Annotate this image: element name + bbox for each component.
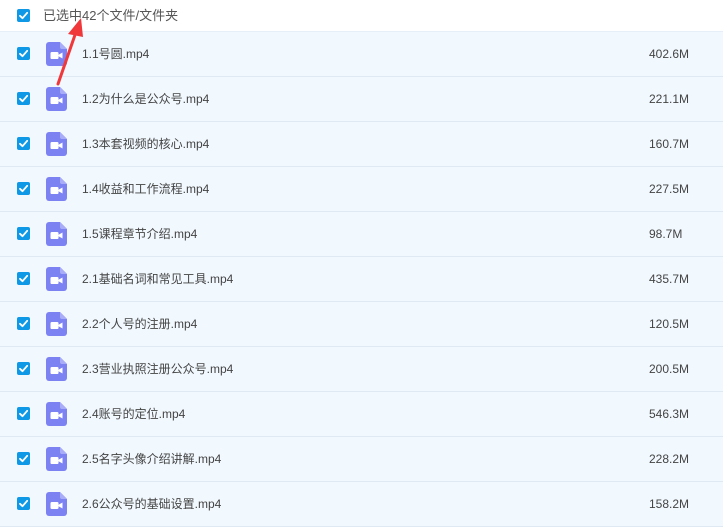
video-file-icon — [46, 222, 67, 246]
check-icon — [19, 499, 29, 508]
file-checkbox[interactable] — [17, 47, 30, 60]
check-icon — [19, 364, 29, 373]
file-name[interactable]: 2.3营业执照注册公众号.mp4 — [82, 361, 233, 377]
file-row[interactable]: 2.6公众号的基础设置.mp4 158.2M — [0, 482, 723, 527]
file-checkbox[interactable] — [17, 452, 30, 465]
file-checkbox[interactable] — [17, 317, 30, 330]
video-file-icon — [46, 42, 67, 66]
file-name[interactable]: 1.4收益和工作流程.mp4 — [82, 181, 209, 197]
file-name[interactable]: 1.3本套视频的核心.mp4 — [82, 136, 209, 152]
video-file-icon — [46, 492, 67, 516]
check-icon — [19, 94, 29, 103]
video-file-icon — [46, 132, 67, 156]
video-file-icon — [46, 87, 67, 111]
file-size: 227.5M — [649, 182, 690, 196]
file-checkbox[interactable] — [17, 137, 30, 150]
video-file-icon — [46, 357, 67, 381]
file-name[interactable]: 1.1号圆.mp4 — [82, 46, 149, 62]
file-row[interactable]: 1.5课程章节介绍.mp4 98.7M — [0, 212, 723, 257]
file-checkbox[interactable] — [17, 497, 30, 510]
file-row[interactable]: 2.2个人号的注册.mp4 120.5M — [0, 302, 723, 347]
file-name[interactable]: 2.2个人号的注册.mp4 — [82, 316, 197, 332]
check-icon — [19, 11, 29, 20]
select-all-checkbox[interactable] — [17, 9, 30, 22]
file-row[interactable]: 1.4收益和工作流程.mp4 227.5M — [0, 167, 723, 212]
video-file-icon — [46, 267, 67, 291]
file-checkbox[interactable] — [17, 227, 30, 240]
file-row[interactable]: 2.5名字头像介绍讲解.mp4 228.2M — [0, 437, 723, 482]
file-checkbox[interactable] — [17, 92, 30, 105]
selection-count-text: 已选中42个文件/文件夹 — [43, 8, 179, 23]
check-icon — [19, 184, 29, 193]
check-icon — [19, 49, 29, 58]
file-row[interactable]: 2.3营业执照注册公众号.mp4 200.5M — [0, 347, 723, 392]
file-row[interactable]: 1.1号圆.mp4 402.6M — [0, 32, 723, 77]
file-size: 200.5M — [649, 362, 690, 376]
check-icon — [19, 409, 29, 418]
file-size: 221.1M — [649, 92, 690, 106]
check-icon — [19, 319, 29, 328]
file-row[interactable]: 1.2为什么是公众号.mp4 221.1M — [0, 77, 723, 122]
file-row[interactable]: 2.4账号的定位.mp4 546.3M — [0, 392, 723, 437]
file-name[interactable]: 2.5名字头像介绍讲解.mp4 — [82, 451, 221, 467]
check-icon — [19, 274, 29, 283]
file-size: 546.3M — [649, 407, 690, 421]
file-size: 120.5M — [649, 317, 690, 331]
video-file-icon — [46, 402, 67, 426]
file-checkbox[interactable] — [17, 362, 30, 375]
file-row[interactable]: 1.3本套视频的核心.mp4 160.7M — [0, 122, 723, 167]
file-checkbox[interactable] — [17, 182, 30, 195]
file-checkbox[interactable] — [17, 272, 30, 285]
check-icon — [19, 139, 29, 148]
file-name[interactable]: 2.4账号的定位.mp4 — [82, 406, 185, 422]
selection-header: 已选中42个文件/文件夹 — [0, 0, 723, 32]
video-file-icon — [46, 447, 67, 471]
video-file-icon — [46, 312, 67, 336]
file-name[interactable]: 1.2为什么是公众号.mp4 — [82, 91, 209, 107]
check-icon — [19, 229, 29, 238]
file-size: 98.7M — [649, 227, 683, 241]
file-size: 228.2M — [649, 452, 690, 466]
file-size: 160.7M — [649, 137, 690, 151]
file-name[interactable]: 1.5课程章节介绍.mp4 — [82, 226, 197, 242]
file-size: 435.7M — [649, 272, 690, 286]
file-list: 1.1号圆.mp4 402.6M 1.2为什么是公众号.mp4 221.1M 1.3本套… — [0, 32, 723, 527]
video-file-icon — [46, 177, 67, 201]
file-checkbox[interactable] — [17, 407, 30, 420]
file-row[interactable]: 2.1基础名词和常见工具.mp4 435.7M — [0, 257, 723, 302]
file-size: 402.6M — [649, 47, 690, 61]
check-icon — [19, 454, 29, 463]
file-name[interactable]: 2.1基础名词和常见工具.mp4 — [82, 271, 233, 287]
